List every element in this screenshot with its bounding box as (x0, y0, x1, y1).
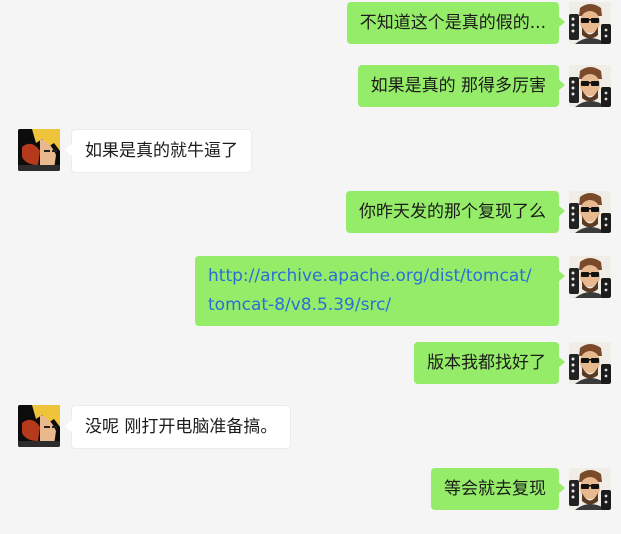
sent-avatar-icon[interactable] (569, 256, 611, 298)
sent-message-bubble[interactable]: 等会就去复现 (431, 468, 565, 510)
received-message-bubble[interactable]: 如果是真的就牛逼了 (65, 129, 252, 173)
sent-avatar-icon[interactable] (569, 65, 611, 107)
sent-message-bubble[interactable]: 不知道这个是真的假的... (346, 2, 566, 44)
link-text-line[interactable]: tomcat-8/v8.5.39/src/ (208, 291, 546, 320)
sent-message-bubble[interactable]: 如果是真的 那得多厉害 (357, 65, 566, 107)
received-message-bubble[interactable]: 没呢 刚打开电脑准备搞。 (64, 405, 292, 449)
sent-message-bubble[interactable]: 你昨天发的那个复现了么 (346, 191, 565, 233)
sent-avatar-icon[interactable] (569, 342, 611, 384)
received-avatar-icon[interactable] (18, 405, 60, 447)
sent-avatar-icon[interactable] (569, 468, 611, 510)
received-avatar-icon[interactable] (18, 129, 60, 171)
link-message-bubble[interactable]: http://archive.apache.org/dist/tomcat/ t… (195, 256, 565, 326)
sent-avatar-icon[interactable] (569, 2, 611, 44)
sent-message-bubble[interactable]: 版本我都找好了 (414, 342, 565, 384)
link-text-line[interactable]: http://archive.apache.org/dist/tomcat/ (208, 262, 546, 291)
sent-avatar-icon[interactable] (569, 191, 611, 233)
